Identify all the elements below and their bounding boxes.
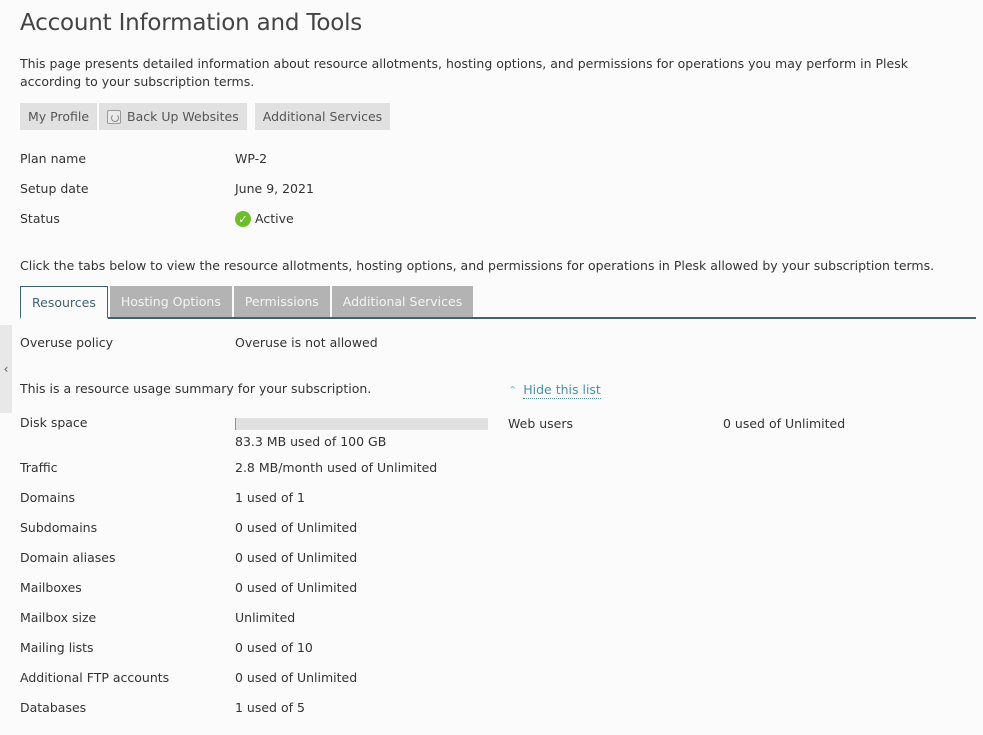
resource-value: 0 used of Unlimited bbox=[235, 520, 358, 535]
resource-value: Unlimited bbox=[235, 610, 296, 625]
resource-label: Domains bbox=[20, 490, 76, 505]
additional-services-button[interactable]: Additional Services bbox=[254, 103, 391, 130]
chevron-up-icon: ⌃ bbox=[508, 383, 518, 397]
overuse-policy-value: Overuse is not allowed bbox=[235, 335, 378, 350]
resource-value: 1 used of 1 bbox=[235, 490, 305, 505]
disk-space-value: 83.3 MB used of 100 GB bbox=[235, 434, 387, 449]
usage-summary-text: This is a resource usage summary for you… bbox=[20, 381, 372, 396]
resource-value: 0 used of 10 bbox=[235, 640, 313, 655]
tab-additional-services[interactable]: Additional Services bbox=[331, 286, 474, 317]
my-profile-button[interactable]: My Profile bbox=[20, 103, 98, 130]
page-intro: This page presents detailed information … bbox=[20, 56, 908, 89]
backup-icon bbox=[107, 109, 122, 124]
resource-value: 2.8 MB/month used of Unlimited bbox=[235, 460, 438, 475]
resource-label: Domain aliases bbox=[20, 550, 116, 565]
disk-usage-bar bbox=[235, 418, 488, 430]
resource-label: Mailboxes bbox=[20, 580, 82, 595]
resource-label: Additional FTP accounts bbox=[20, 670, 170, 685]
plan-name-value: WP-2 bbox=[235, 151, 268, 166]
toolbar: My Profile Back Up Websites Additional S… bbox=[20, 103, 391, 130]
hide-list-label: Hide this list bbox=[523, 382, 601, 399]
additional-services-label: Additional Services bbox=[262, 109, 383, 124]
resource-label: Mailing lists bbox=[20, 640, 94, 655]
status-badge: ✓ Active bbox=[235, 209, 294, 229]
resource-value: 0 used of Unlimited bbox=[235, 550, 358, 565]
web-users-value: 0 used of Unlimited bbox=[723, 416, 846, 431]
tab-hosting-options[interactable]: Hosting Options bbox=[109, 286, 232, 317]
web-users-label: Web users bbox=[508, 416, 574, 431]
resource-value: 0 used of Unlimited bbox=[235, 580, 358, 595]
tab-bar: Resources Hosting Options Permissions Ad… bbox=[20, 286, 976, 319]
plan-name-label: Plan name bbox=[20, 151, 87, 166]
back-up-websites-button[interactable]: Back Up Websites bbox=[99, 103, 247, 130]
chevron-left-icon: ‹ bbox=[3, 362, 9, 376]
overuse-policy-label: Overuse policy bbox=[20, 335, 113, 350]
back-up-websites-label: Back Up Websites bbox=[127, 109, 239, 124]
tab-permissions[interactable]: Permissions bbox=[233, 286, 330, 317]
setup-date-value: June 9, 2021 bbox=[235, 181, 314, 196]
setup-date-label: Setup date bbox=[20, 181, 89, 196]
status-value: Active bbox=[255, 211, 294, 226]
hide-list-link[interactable]: ⌃ Hide this list bbox=[508, 381, 601, 399]
check-circle-icon: ✓ bbox=[235, 211, 251, 227]
tab-resources[interactable]: Resources bbox=[20, 286, 108, 319]
page-title: Account Information and Tools bbox=[20, 10, 363, 36]
my-profile-label: My Profile bbox=[28, 109, 90, 124]
resource-value: 0 used of Unlimited bbox=[235, 670, 358, 685]
resource-label: Mailbox size bbox=[20, 610, 97, 625]
disk-space-label: Disk space bbox=[20, 415, 88, 430]
resource-label: Subdomains bbox=[20, 520, 98, 535]
resource-value: 1 used of 5 bbox=[235, 700, 305, 715]
resource-label: Traffic bbox=[20, 460, 58, 475]
status-label: Status bbox=[20, 211, 60, 226]
resource-label: Databases bbox=[20, 700, 87, 715]
sidebar-collapse-handle[interactable]: ‹ bbox=[0, 325, 12, 413]
tabs-intro: Click the tabs below to view the resourc… bbox=[20, 258, 935, 273]
